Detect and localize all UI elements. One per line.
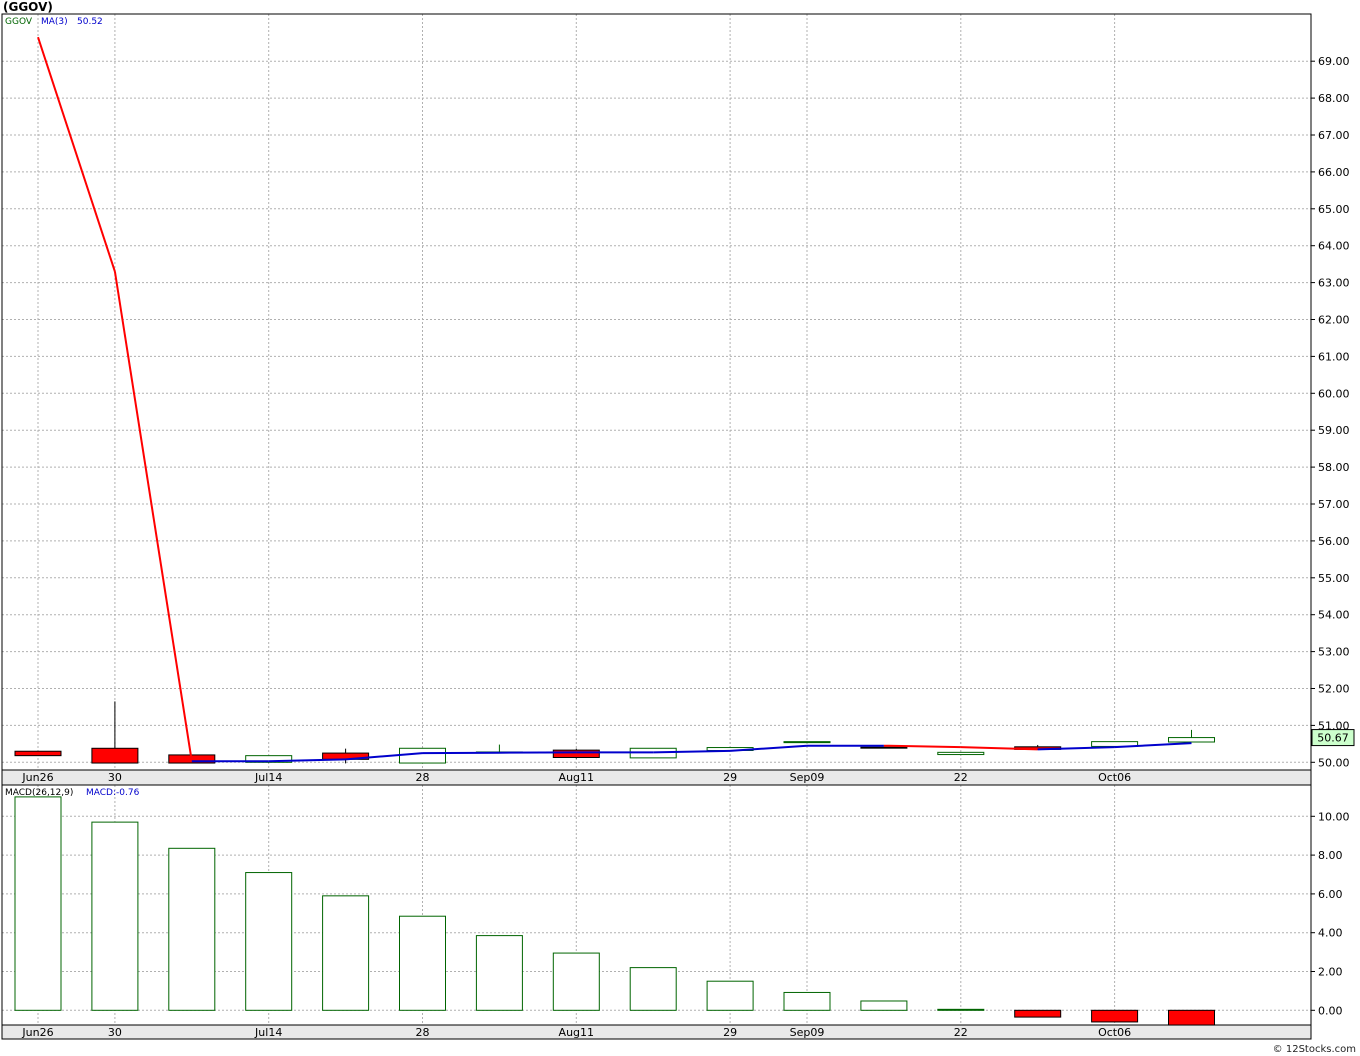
price-y-tick-label: 61.00 <box>1318 350 1350 363</box>
price-x-tick-label: Jun26 <box>21 771 53 784</box>
legend-ma-label: MA(3) <box>41 17 68 27</box>
macd-legend-value: MACD:-0.76 <box>86 788 140 798</box>
macd-y-tick-label: 8.00 <box>1318 849 1343 862</box>
macd-y-tick-label: 6.00 <box>1318 888 1343 901</box>
macd-bar <box>245 872 293 1011</box>
macd-y-tick-label: 2.00 <box>1318 966 1343 979</box>
macd-x-tick-label: Sep09 <box>790 1026 825 1039</box>
candle-body <box>399 747 446 764</box>
macd-y-tick-label: 0.00 <box>1318 1004 1343 1017</box>
ma-line-segment <box>113 271 193 762</box>
macd-bar <box>629 967 677 1011</box>
macd-panel: MACD(26,12,9) MACD:-0.76 <box>5 788 1215 1026</box>
macd-bar <box>1168 1009 1215 1026</box>
price-y-tick-label: 59.00 <box>1318 424 1350 437</box>
macd-x-tick-label: Oct06 <box>1098 1026 1131 1039</box>
macd-bar <box>783 991 831 1011</box>
macd-x-tick-label: 29 <box>723 1026 737 1039</box>
price-y-tick-label: 68.00 <box>1318 92 1350 105</box>
macd-bar <box>475 935 523 1011</box>
legend-ma-value: 50.52 <box>77 17 103 27</box>
macd-bar <box>1091 1009 1139 1023</box>
macd-bar <box>1014 1009 1062 1018</box>
candle-body <box>860 746 908 749</box>
price-y-tick-label: 52.00 <box>1318 683 1350 696</box>
price-y-tick-label: 54.00 <box>1318 609 1350 622</box>
macd-x-tick-label: Jul14 <box>254 1026 282 1039</box>
price-y-tick-label: 58.00 <box>1318 461 1350 474</box>
price-y-tick-label: 65.00 <box>1318 203 1350 216</box>
price-y-tick-label: 50.00 <box>1318 756 1350 769</box>
macd-bar <box>706 980 754 1011</box>
ma-line-segment <box>37 36 116 272</box>
price-y-tick-label: 62.00 <box>1318 314 1350 327</box>
price-x-tick-label: 28 <box>416 771 430 784</box>
price-x-tick-label: 29 <box>723 771 737 784</box>
macd-bar <box>91 821 139 1011</box>
price-y-tick-label: 69.00 <box>1318 55 1350 68</box>
candle-body <box>937 751 985 756</box>
macd-y-tick-label: 10.00 <box>1318 810 1350 823</box>
price-y-tick-label: 56.00 <box>1318 535 1350 548</box>
price-x-tick-label: Aug11 <box>559 771 594 784</box>
macd-legend-name: MACD(26,12,9) <box>5 788 73 798</box>
price-y-tick-label: 57.00 <box>1318 498 1350 511</box>
price-x-tick-label: 30 <box>108 771 122 784</box>
price-x-tick-label: Sep09 <box>790 771 825 784</box>
stock-chart: 50.67 GGOV MA(3) 50.52 MACD(26,12,9) MACD:-0… <box>1 13 1355 1040</box>
candle-body <box>1168 737 1215 743</box>
macd-bar <box>399 915 446 1011</box>
price-x-tick-label: Oct06 <box>1098 771 1131 784</box>
macd-y-tick-label: 4.00 <box>1318 927 1343 940</box>
macd-bar <box>322 895 370 1011</box>
candle-body <box>552 749 600 759</box>
price-x-tick-label: Jul14 <box>254 771 282 784</box>
axis-labels: 50.00 51.00 52.00 53.00 54.00 55.00 56.00 57.00… <box>21 55 1349 1039</box>
price-y-tick-label: 67.00 <box>1318 129 1350 142</box>
candle-body <box>14 750 62 757</box>
price-y-tick-label: 55.00 <box>1318 572 1350 585</box>
macd-bar <box>860 1000 908 1011</box>
price-x-tick-label: 22 <box>954 771 968 784</box>
candle-body <box>91 747 139 764</box>
macd-x-tick-label: 30 <box>108 1026 122 1039</box>
macd-bar <box>14 796 62 1011</box>
macd-x-tick-label: Aug11 <box>559 1026 594 1039</box>
price-y-tick-label: 53.00 <box>1318 646 1350 659</box>
price-y-tick-label: 51.00 <box>1318 719 1350 732</box>
macd-bar <box>168 847 216 1011</box>
macd-bar <box>937 1008 985 1011</box>
candle-body <box>783 741 831 744</box>
macd-x-tick-label: 22 <box>954 1026 968 1039</box>
legend-symbol: GGOV <box>5 17 33 27</box>
price-y-tick-label: 63.00 <box>1318 277 1350 290</box>
price-y-tick-label: 64.00 <box>1318 240 1350 253</box>
macd-x-tick-label: 28 <box>416 1026 430 1039</box>
price-y-tick-label: 60.00 <box>1318 387 1350 400</box>
price-y-tick-label: 66.00 <box>1318 166 1350 179</box>
macd-x-tick-label: Jun26 <box>21 1026 53 1039</box>
macd-bar <box>552 952 600 1011</box>
last-price-label: 50.67 <box>1317 732 1349 745</box>
